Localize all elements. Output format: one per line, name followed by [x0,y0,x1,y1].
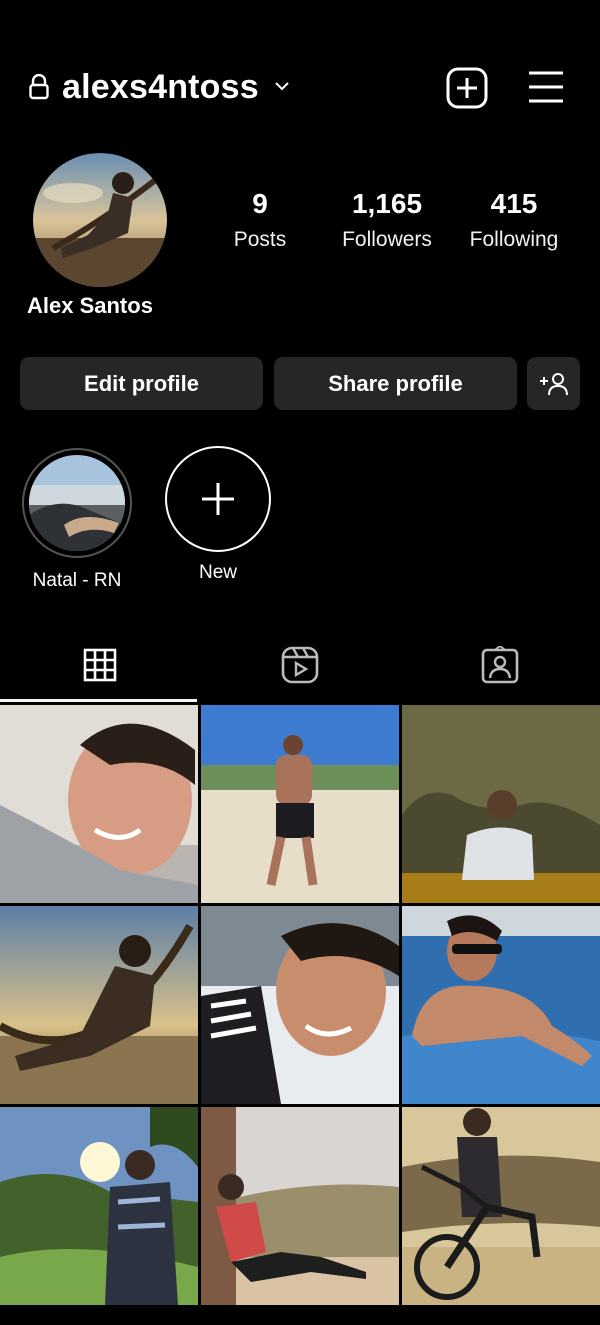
post-thumbnail[interactable] [201,1107,399,1305]
post-thumbnail[interactable] [402,1107,600,1305]
tab-tagged[interactable] [400,628,600,702]
highlight-new[interactable]: New [163,446,273,584]
highlight-label: Natal - RN [32,570,122,591]
tagged-icon [481,646,519,684]
post-thumbnail[interactable] [0,1107,198,1305]
highlight-cover [29,455,125,551]
add-user-icon [539,372,568,395]
active-tab-indicator [0,699,197,702]
new-highlight-ring [165,446,271,552]
post-thumbnail[interactable] [402,906,600,1104]
following-count: 415 [490,188,538,219]
lock-icon [29,74,49,100]
posts-stat[interactable]: 9 Posts [220,188,300,252]
plus-icon [202,483,234,515]
add-square-icon[interactable] [446,67,488,109]
menu-icon[interactable] [527,70,565,104]
post-thumbnail[interactable] [0,906,198,1104]
followers-count: 1,165 [351,188,423,219]
grid-icon [83,648,117,682]
post-thumbnail[interactable] [201,705,399,903]
following-stat[interactable]: 415 Following [458,188,570,252]
post-thumbnail[interactable] [0,705,198,903]
tab-grid[interactable] [0,628,200,702]
tab-reels[interactable] [200,628,400,702]
profile-header: alexs4ntoss [0,58,600,118]
chevron-down-icon[interactable] [272,76,292,96]
highlight-natal[interactable]: Natal - RN [22,448,132,592]
post-thumbnail[interactable] [402,705,600,903]
profile-tabs [0,628,600,704]
edit-profile-button[interactable]: Edit profile [20,357,263,410]
discover-people-button[interactable] [527,357,580,410]
full-name: Alex Santos [27,293,153,318]
followers-stat[interactable]: 1,165 Followers [330,188,444,252]
post-thumbnail[interactable] [201,906,399,1104]
username[interactable]: alexs4ntoss [62,68,259,107]
posts-count: 9 [252,188,268,219]
following-label: Following [469,228,559,251]
followers-label: Followers [342,228,432,251]
reels-icon [281,646,319,684]
avatar[interactable] [33,153,167,287]
share-profile-button[interactable]: Share profile [274,357,517,410]
highlight-label: New [198,562,237,583]
highlight-ring [22,448,132,558]
posts-label: Posts [233,228,287,251]
